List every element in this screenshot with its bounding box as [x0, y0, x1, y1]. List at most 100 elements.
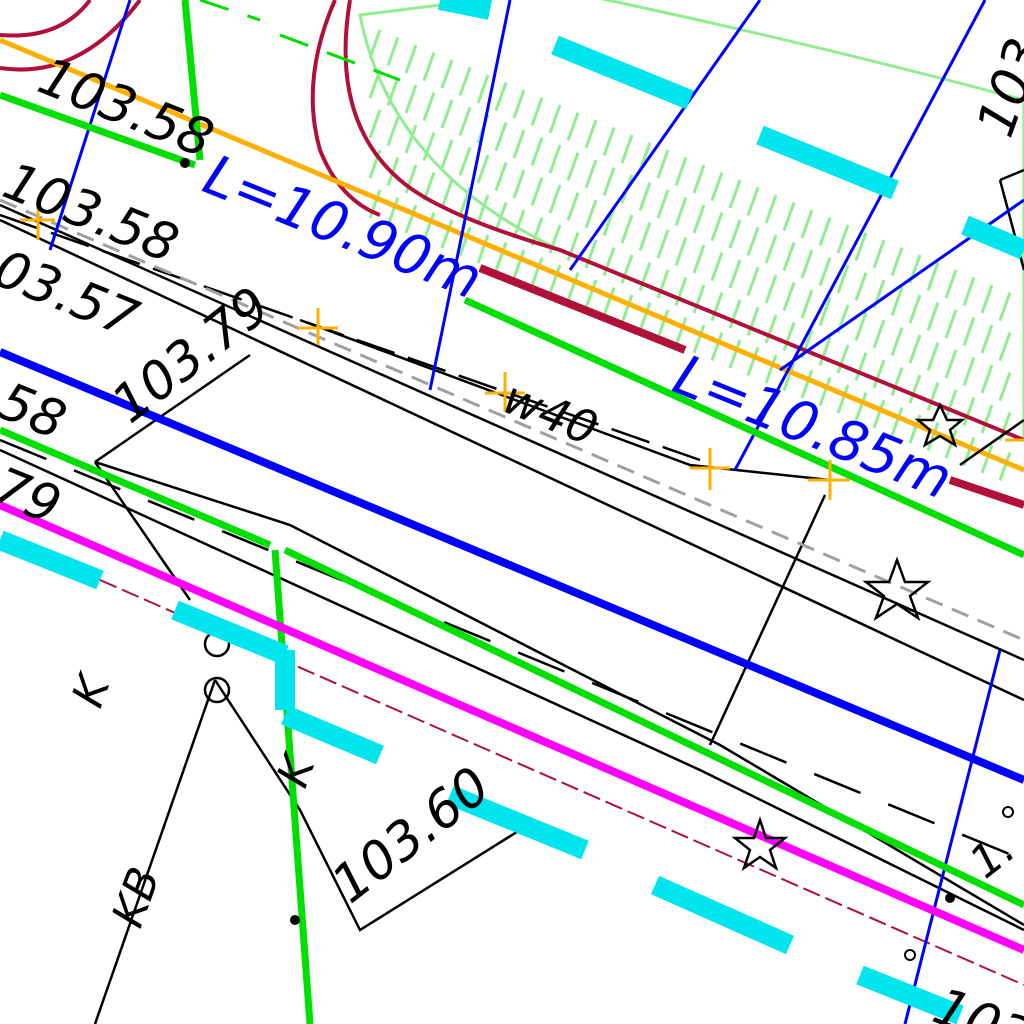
map-canvas: L=10.90m L=10.85m 103.58 103.58 103.57 1… — [0, 0, 1024, 1024]
hatch-tick — [854, 271, 868, 302]
hatch-tick — [584, 159, 598, 189]
hatch-tick — [944, 309, 958, 339]
hatch-tick — [386, 116, 400, 147]
hatch-tick — [980, 284, 994, 314]
hatch-tick — [764, 234, 778, 264]
hatch-tick — [890, 246, 904, 277]
hatch-tick — [458, 146, 472, 177]
hatch-tick — [764, 194, 778, 224]
hatch-tick — [458, 66, 472, 97]
hatch-tick — [728, 259, 742, 289]
elevation-label: 103. — [925, 976, 1024, 1024]
hatch-tick — [422, 91, 436, 122]
hatch-tick — [998, 451, 1012, 482]
hatch-tick — [764, 274, 778, 304]
hatch-tick — [548, 144, 562, 174]
hatch-tick — [566, 191, 580, 222]
hatch-tick — [440, 139, 454, 169]
hatch-tick — [494, 81, 508, 112]
hatch-tick — [980, 364, 994, 394]
hatch-tick — [656, 189, 670, 219]
hatch-tick — [962, 356, 976, 387]
code-label: KB — [102, 861, 170, 934]
hatch-tick — [458, 106, 472, 137]
hatch-tick — [620, 134, 634, 164]
hatch-tick — [710, 171, 724, 202]
hatch-tick — [782, 201, 796, 232]
hatch-tick — [926, 341, 940, 372]
hatch-tick — [800, 209, 814, 239]
hatch-tick — [800, 289, 814, 319]
hatch-tick — [944, 389, 958, 419]
hatch-tick — [386, 76, 400, 107]
hatch-tick — [404, 44, 418, 74]
hatch-tick — [836, 224, 850, 254]
hatch-tick — [962, 276, 976, 307]
hatch-tick — [548, 184, 562, 214]
hatch-tick — [638, 181, 652, 212]
hatch-tick — [710, 251, 724, 282]
hatch-tick — [656, 229, 670, 259]
hatch-tick — [674, 316, 688, 347]
hatch-tick — [584, 199, 598, 229]
hatch-tick — [998, 371, 1012, 402]
hatch-tick — [512, 209, 526, 239]
hatch-tick — [620, 214, 634, 244]
hatch-tick — [944, 269, 958, 299]
hatch-tick — [728, 219, 742, 249]
hatch-tick — [746, 226, 760, 257]
hatch-tick — [944, 349, 958, 379]
hatch-tick — [602, 126, 616, 157]
hatch-tick — [962, 396, 976, 427]
elevation-label: 79 — [0, 456, 69, 536]
hatch-tick — [512, 89, 526, 119]
hatch-tick — [800, 249, 814, 279]
hatch-tick — [998, 291, 1012, 322]
hatch-tick — [908, 294, 922, 324]
hatch-tick — [494, 121, 508, 152]
hatch-tick — [512, 169, 526, 199]
hatch-tick — [872, 319, 886, 349]
pipe-label: w40 — [496, 370, 605, 456]
hatch-tick — [674, 156, 688, 187]
hatch-tick — [656, 309, 670, 339]
hatch-tick — [926, 301, 940, 332]
hatch-tick — [818, 256, 832, 287]
hatch-tick — [746, 266, 760, 297]
hatch-tick — [422, 51, 436, 82]
hatch-tick — [566, 111, 580, 142]
hatch-tick — [782, 241, 796, 272]
hatch-tick — [440, 99, 454, 129]
hatch-tick — [386, 36, 400, 67]
code-label: K — [267, 746, 326, 794]
green-lines — [0, 0, 1024, 1024]
hatch-tick — [476, 154, 490, 184]
hatch-tick — [890, 326, 904, 357]
hatch-tick — [368, 29, 382, 59]
hatch-tick — [440, 59, 454, 89]
hatch-tick — [548, 104, 562, 134]
hatch-tick — [494, 161, 508, 192]
hatch-tick — [512, 129, 526, 159]
hatch-tick — [728, 179, 742, 209]
hatch-tick — [530, 96, 544, 127]
hatch-tick — [584, 119, 598, 149]
hatch-tick — [782, 281, 796, 312]
elevation-label: 58 — [0, 371, 74, 451]
hatch-tick — [692, 244, 706, 274]
code-label: K — [62, 666, 121, 714]
hatch-tick — [602, 166, 616, 197]
hatch-tick — [710, 211, 724, 242]
hatch-tick — [692, 204, 706, 234]
hatch-tick — [656, 149, 670, 179]
hatch-tick — [908, 334, 922, 364]
hatch-tick — [440, 179, 454, 209]
hatch-tick — [368, 69, 382, 99]
hatch-tick — [818, 216, 832, 247]
hatch-tick — [368, 109, 382, 139]
hatch-tick — [872, 239, 886, 269]
hatch-tick — [674, 196, 688, 227]
elevation-label: 103. — [966, 15, 1024, 144]
hatch-tick — [638, 221, 652, 252]
hatch-tick — [962, 316, 976, 347]
